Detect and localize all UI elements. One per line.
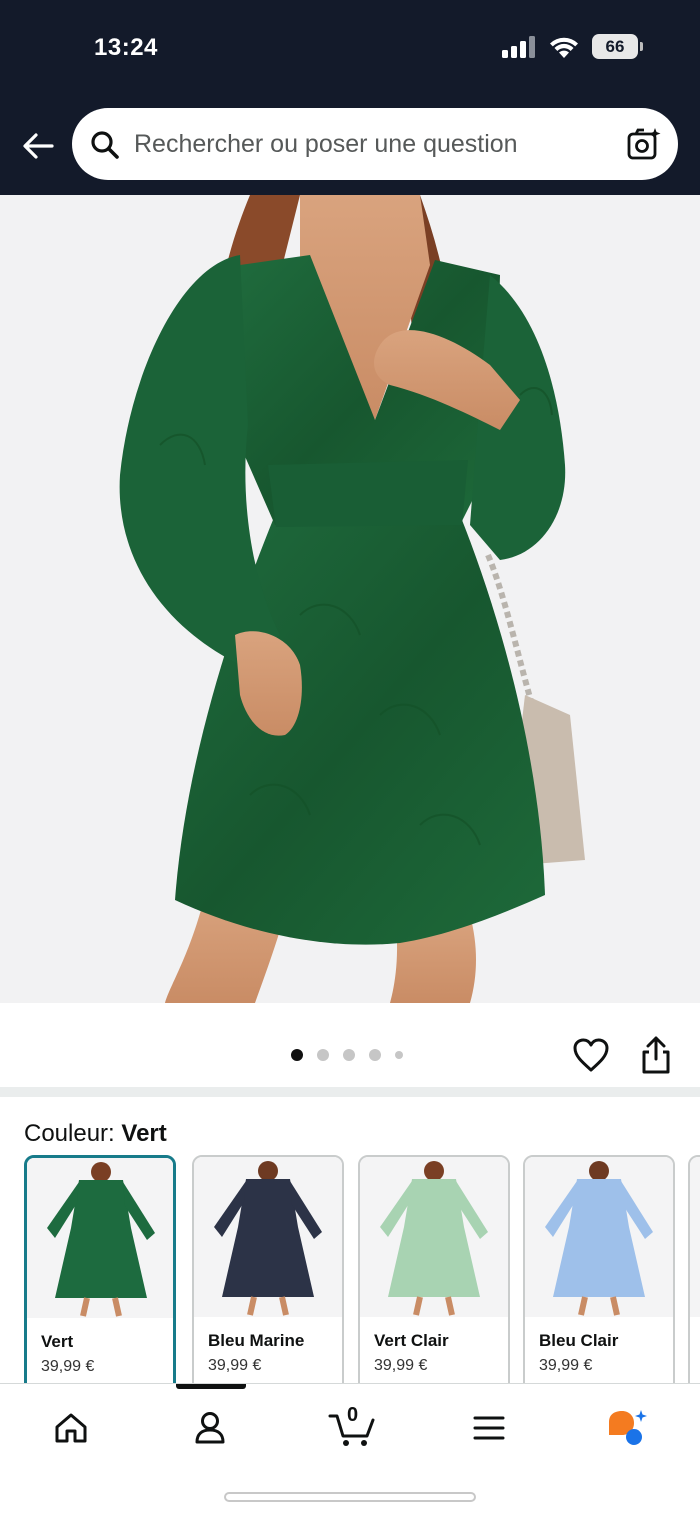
signal-icon [502, 35, 535, 58]
gallery-dots[interactable] [291, 1049, 403, 1061]
gallery-dot[interactable] [291, 1049, 303, 1061]
wifi-icon [550, 37, 578, 58]
camera-search-icon[interactable] [626, 126, 662, 162]
swatch-name: Bleu Clair [539, 1331, 619, 1350]
swatch-price: 39,99 € [41, 1358, 95, 1375]
battery-icon: 66 [592, 34, 643, 59]
color-option-more[interactable] [688, 1155, 700, 1385]
swatch-price: 39,99 € [374, 1357, 428, 1374]
top-header: 13:24 66 Rechercher ou poser une questio… [0, 0, 700, 195]
swatch-thumbnail [27, 1158, 173, 1318]
search-bar[interactable]: Rechercher ou poser une question [72, 108, 678, 180]
nav-cart[interactable]: 0 [324, 1404, 380, 1452]
color-option-vert-clair[interactable]: Vert Clair 39,99 € [358, 1155, 510, 1385]
nav-rufus[interactable] [603, 1404, 651, 1452]
rufus-assistant-icon [609, 1410, 647, 1445]
back-button[interactable] [20, 128, 56, 164]
product-image[interactable] [0, 195, 700, 1003]
color-selected-value: Vert [121, 1120, 167, 1147]
status-time: 13:24 [94, 34, 158, 61]
swatch-name: Bleu Marine [208, 1331, 305, 1350]
heart-icon[interactable] [572, 1037, 610, 1073]
color-label: Couleur: Vert [24, 1120, 167, 1148]
battery-level: 66 [605, 36, 625, 56]
color-option-bleu-clair[interactable]: Bleu Clair 39,99 € [523, 1155, 675, 1385]
section-divider [0, 1087, 700, 1097]
swatch-name: Vert [41, 1332, 74, 1351]
color-option-bleu-marine[interactable]: Bleu Marine 39,99 € [192, 1155, 344, 1385]
green-dress-photo [119, 195, 585, 1003]
nav-account[interactable] [186, 1404, 234, 1452]
status-icons: 66 [502, 34, 643, 59]
swatch-thumbnail [525, 1157, 673, 1317]
back-arrow-icon [23, 133, 54, 159]
swatch-thumbnail [360, 1157, 508, 1317]
nav-menu[interactable] [465, 1404, 513, 1452]
color-swatches: Vert 39,99 € Bleu Marine 39,99 € Vert Cl… [24, 1155, 700, 1385]
menu-icon [473, 1416, 505, 1440]
gallery-dot[interactable] [395, 1051, 403, 1059]
swatch-price: 39,99 € [539, 1357, 593, 1374]
search-icon [91, 131, 119, 159]
color-label-prefix: Couleur: [24, 1120, 122, 1147]
nav-home[interactable] [47, 1404, 95, 1452]
gallery-dot[interactable] [343, 1049, 355, 1061]
account-icon [195, 1412, 225, 1444]
swatch-thumbnail [194, 1157, 342, 1317]
search-placeholder[interactable]: Rechercher ou poser une question [134, 130, 518, 159]
home-indicator[interactable] [224, 1492, 476, 1502]
image-controls [0, 1003, 700, 1087]
share-icon[interactable] [638, 1035, 674, 1075]
gallery-dot[interactable] [369, 1049, 381, 1061]
swatch-price: 39,99 € [208, 1357, 262, 1374]
gallery-dot[interactable] [317, 1049, 329, 1061]
swatch-name: Vert Clair [374, 1331, 449, 1350]
cart-count: 0 [347, 1404, 359, 1426]
active-tab-indicator [176, 1384, 246, 1389]
bottom-navigation: 0 [0, 1383, 700, 1515]
swatch-thumbnail [690, 1157, 700, 1317]
home-icon [55, 1413, 87, 1443]
color-option-vert[interactable]: Vert 39,99 € [24, 1155, 176, 1385]
